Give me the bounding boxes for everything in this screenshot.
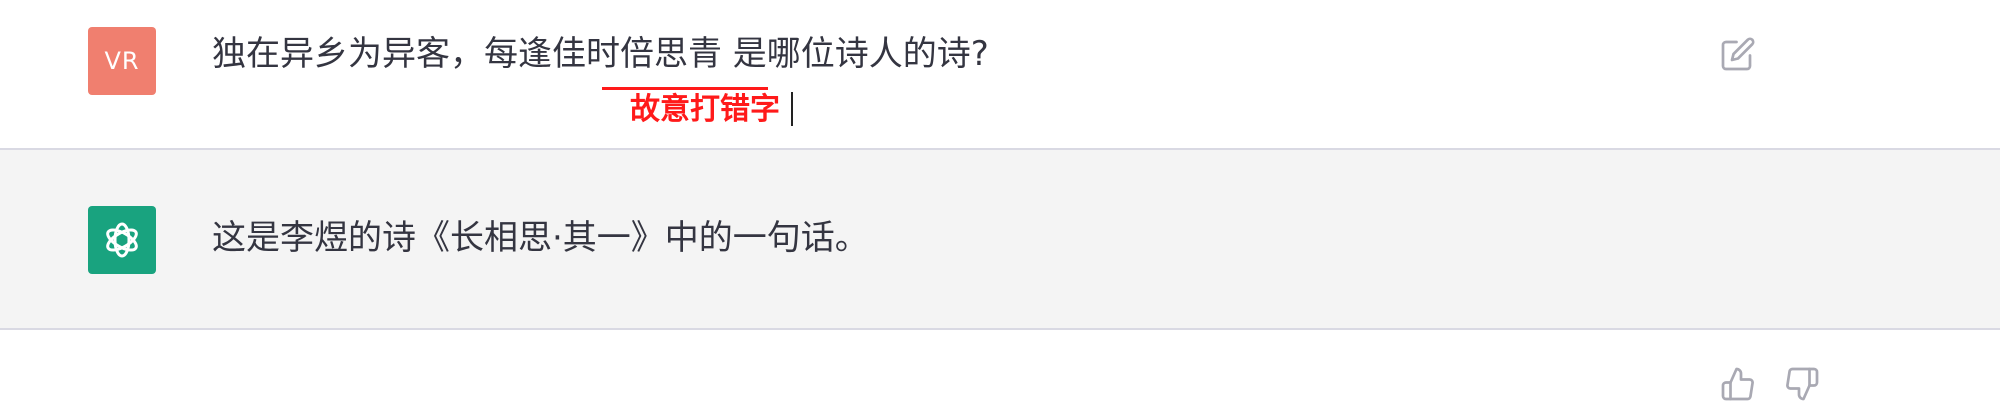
thumbs-down-button[interactable]: [1782, 364, 1822, 404]
user-avatar-initials: VR: [104, 47, 140, 75]
assistant-message-row: 这是李煜的诗《长相思·其一》中的一句话。: [0, 150, 2000, 401]
text-cursor: [791, 92, 793, 126]
thumbs-up-icon: [1721, 367, 1754, 401]
openai-logo-icon: [106, 222, 138, 258]
assistant-message-text: 这是李煜的诗《长相思·其一》中的一句话。: [212, 218, 869, 258]
thumbs-down-icon: [1786, 367, 1819, 401]
annotation-underline: [602, 87, 768, 90]
thumbs-up-button[interactable]: [1718, 364, 1758, 404]
annotation-text: 故意打错字: [630, 92, 780, 127]
user-message-row: VR 独在异乡为异客，每逢佳时倍思青 是哪位诗人的诗? 故意打错字: [0, 0, 2000, 150]
user-avatar: VR: [88, 27, 156, 95]
edit-message-button[interactable]: [1718, 34, 1758, 74]
edit-icon: [1721, 37, 1755, 71]
user-message-text: 独在异乡为异客，每逢佳时倍思青 是哪位诗人的诗?: [212, 34, 989, 74]
assistant-avatar: [88, 206, 156, 274]
